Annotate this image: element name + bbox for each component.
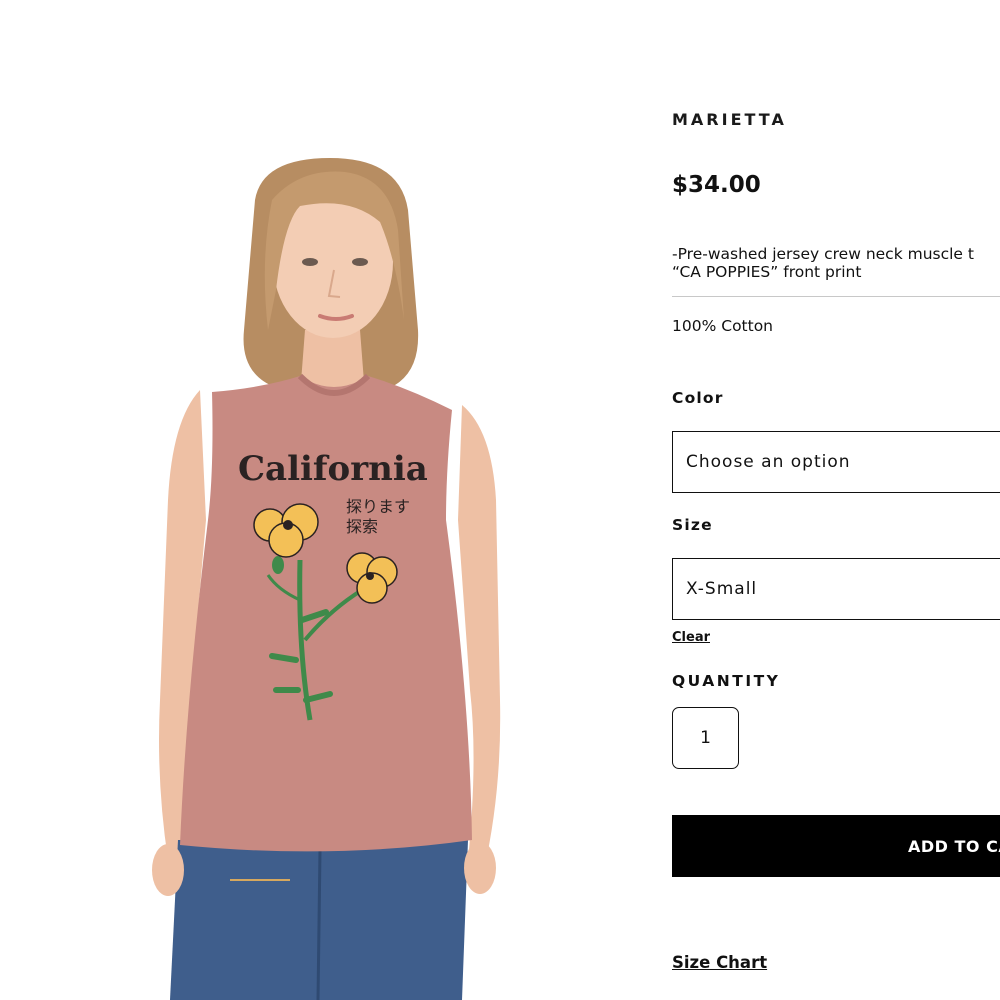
color-label: Color (672, 389, 724, 407)
product-page: California 探ります 探索 MARIETTA $34.00 -Pre-… (0, 0, 1000, 1000)
product-description: -Pre-washed jersey crew neck muscle t “C… (672, 245, 1000, 281)
size-chart-link[interactable]: Size Chart (672, 953, 767, 972)
product-material: 100% Cotton (672, 317, 774, 335)
size-select-value: X-Small (686, 579, 758, 599)
clear-selection-link[interactable]: Clear (672, 630, 710, 645)
print-title-text: California (238, 449, 428, 489)
product-brand: MARIETTA (672, 110, 787, 129)
product-photo[interactable]: California 探ります 探索 (0, 0, 640, 1000)
quantity-input[interactable]: 1 (672, 707, 739, 769)
description-line: -Pre-washed jersey crew neck muscle t (672, 245, 974, 263)
print-jp-line1: 探ります (346, 497, 410, 516)
add-to-cart-label: ADD TO CA (908, 836, 1000, 856)
product-photo-illustration: California 探ります 探索 (152, 158, 501, 1000)
product-details: MARIETTA $34.00 -Pre-washed jersey crew … (672, 0, 1000, 1000)
print-jp-line2: 探索 (346, 517, 378, 536)
quantity-label: QUANTITY (672, 672, 781, 690)
color-select[interactable]: Choose an option (672, 431, 1000, 493)
description-line: “CA POPPIES” front print (672, 263, 862, 281)
size-select[interactable]: X-Small (672, 558, 1000, 620)
size-label: Size (672, 516, 713, 534)
divider (672, 296, 1000, 297)
product-price: $34.00 (672, 172, 761, 198)
add-to-cart-button[interactable]: ADD TO CA (672, 815, 1000, 877)
color-select-value: Choose an option (686, 452, 851, 472)
